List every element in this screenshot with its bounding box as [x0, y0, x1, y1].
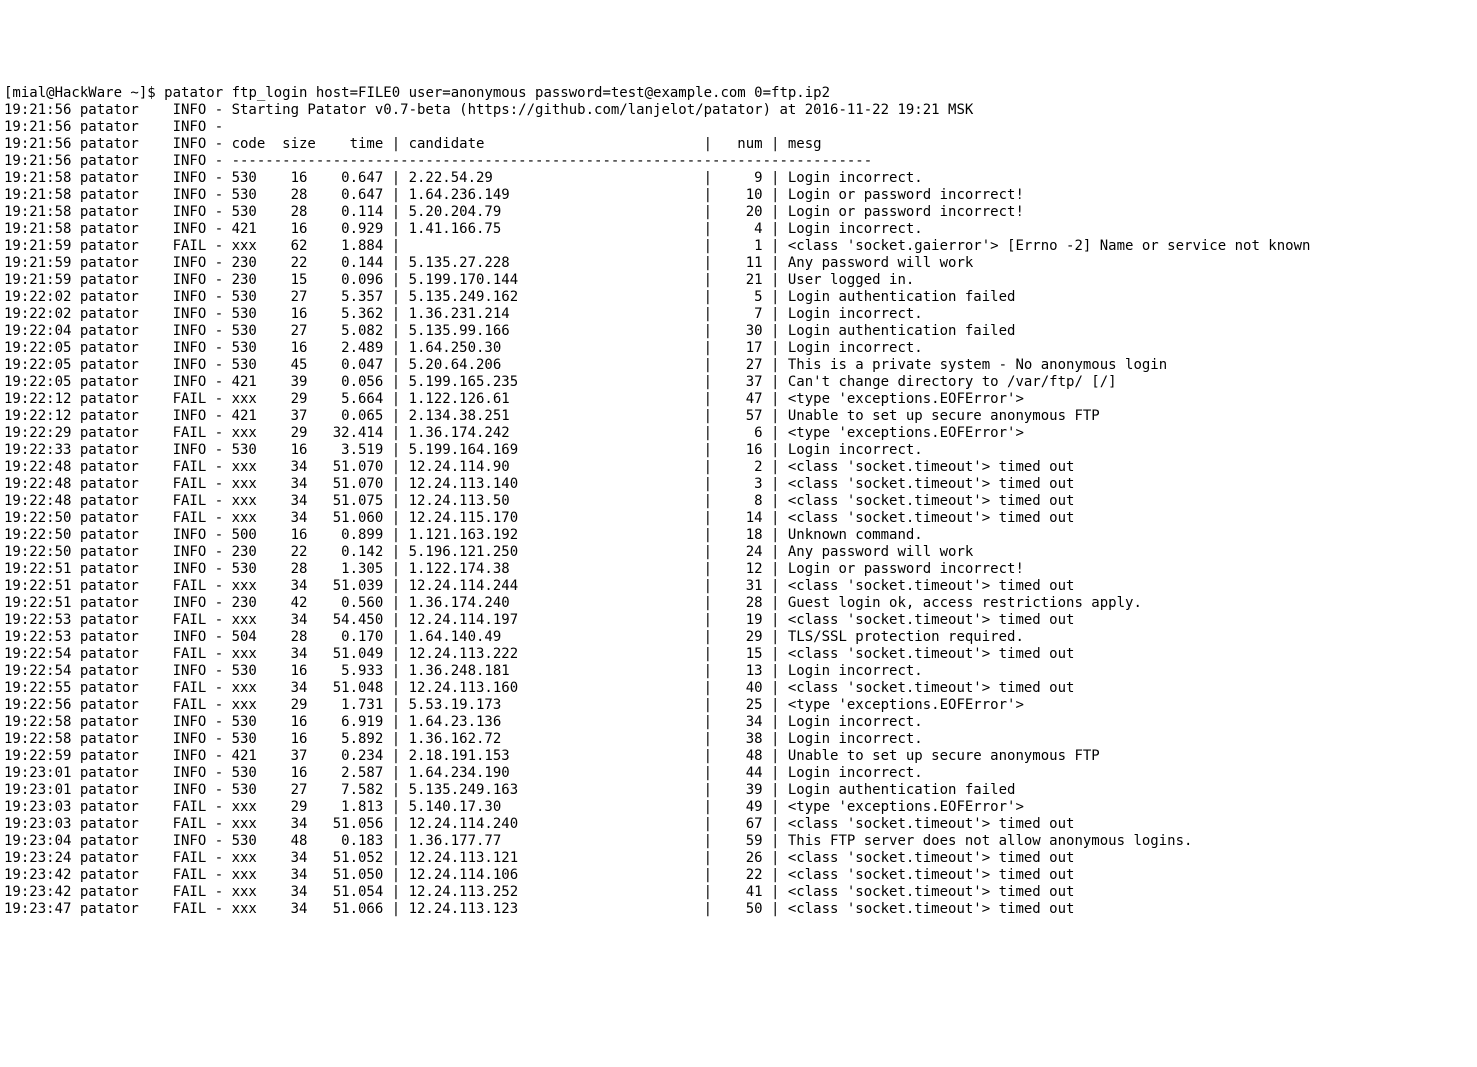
result-row: 19:22:33 patator INFO - 530 16 3.519 | 5…: [4, 442, 1473, 459]
result-row: 19:22:51 patator FAIL - xxx 34 51.039 | …: [4, 578, 1473, 595]
divider-line: 19:21:56 patator INFO - ----------------…: [4, 153, 1473, 170]
result-row: 19:22:50 patator INFO - 500 16 0.899 | 1…: [4, 527, 1473, 544]
result-row: 19:22:59 patator INFO - 421 37 0.234 | 2…: [4, 748, 1473, 765]
info-blank: 19:21:56 patator INFO -: [4, 119, 1473, 136]
result-row: 19:23:04 patator INFO - 530 48 0.183 | 1…: [4, 833, 1473, 850]
command-line: [mial@HackWare ~]$ patator ftp_login hos…: [4, 85, 1473, 102]
shell-prompt: [mial@HackWare ~]$: [4, 85, 164, 101]
result-row: 19:22:50 patator INFO - 230 22 0.142 | 5…: [4, 544, 1473, 561]
result-row: 19:22:12 patator FAIL - xxx 29 5.664 | 1…: [4, 391, 1473, 408]
result-row: 19:21:58 patator INFO - 530 16 0.647 | 2…: [4, 170, 1473, 187]
result-row: 19:22:58 patator INFO - 530 16 5.892 | 1…: [4, 731, 1473, 748]
result-row: 19:22:12 patator INFO - 421 37 0.065 | 2…: [4, 408, 1473, 425]
result-row: 19:22:48 patator FAIL - xxx 34 51.070 | …: [4, 476, 1473, 493]
result-row: 19:22:48 patator FAIL - xxx 34 51.070 | …: [4, 459, 1473, 476]
result-row: 19:23:03 patator FAIL - xxx 29 1.813 | 5…: [4, 799, 1473, 816]
header-line: 19:21:56 patator INFO - code size time |…: [4, 136, 1473, 153]
result-row: 19:23:01 patator INFO - 530 27 7.582 | 5…: [4, 782, 1473, 799]
result-row: 19:22:51 patator INFO - 530 28 1.305 | 1…: [4, 561, 1473, 578]
result-row: 19:23:01 patator INFO - 530 16 2.587 | 1…: [4, 765, 1473, 782]
result-row: 19:23:42 patator FAIL - xxx 34 51.050 | …: [4, 867, 1473, 884]
result-row: 19:21:58 patator INFO - 530 28 0.647 | 1…: [4, 187, 1473, 204]
result-row: 19:22:58 patator INFO - 530 16 6.919 | 1…: [4, 714, 1473, 731]
result-row: 19:22:02 patator INFO - 530 27 5.357 | 5…: [4, 289, 1473, 306]
result-row: 19:22:53 patator INFO - 504 28 0.170 | 1…: [4, 629, 1473, 646]
result-row: 19:22:29 patator FAIL - xxx 29 32.414 | …: [4, 425, 1473, 442]
result-row: 19:23:24 patator FAIL - xxx 34 51.052 | …: [4, 850, 1473, 867]
result-row: 19:22:05 patator INFO - 530 16 2.489 | 1…: [4, 340, 1473, 357]
result-row: 19:22:05 patator INFO - 421 39 0.056 | 5…: [4, 374, 1473, 391]
result-row: 19:22:02 patator INFO - 530 16 5.362 | 1…: [4, 306, 1473, 323]
result-row: 19:22:54 patator FAIL - xxx 34 51.049 | …: [4, 646, 1473, 663]
result-row: 19:23:47 patator FAIL - xxx 34 51.066 | …: [4, 901, 1473, 918]
result-row: 19:23:03 patator FAIL - xxx 34 51.056 | …: [4, 816, 1473, 833]
entered-command: patator ftp_login host=FILE0 user=anonym…: [164, 85, 830, 101]
result-row: 19:22:51 patator INFO - 230 42 0.560 | 1…: [4, 595, 1473, 612]
result-row: 19:22:50 patator FAIL - xxx 34 51.060 | …: [4, 510, 1473, 527]
result-row: 19:21:59 patator INFO - 230 22 0.144 | 5…: [4, 255, 1473, 272]
result-rows: 19:21:58 patator INFO - 530 16 0.647 | 2…: [4, 170, 1473, 918]
result-row: 19:22:04 patator INFO - 530 27 5.082 | 5…: [4, 323, 1473, 340]
result-row: 19:21:59 patator FAIL - xxx 62 1.884 | |…: [4, 238, 1473, 255]
terminal-output[interactable]: [mial@HackWare ~]$ patator ftp_login hos…: [0, 85, 1477, 982]
result-row: 19:22:05 patator INFO - 530 45 0.047 | 5…: [4, 357, 1473, 374]
result-row: 19:22:55 patator FAIL - xxx 34 51.048 | …: [4, 680, 1473, 697]
result-row: 19:22:48 patator FAIL - xxx 34 51.075 | …: [4, 493, 1473, 510]
result-row: 19:22:53 patator FAIL - xxx 34 54.450 | …: [4, 612, 1473, 629]
result-row: 19:21:58 patator INFO - 421 16 0.929 | 1…: [4, 221, 1473, 238]
result-row: 19:22:56 patator FAIL - xxx 29 1.731 | 5…: [4, 697, 1473, 714]
result-row: 19:21:59 patator INFO - 230 15 0.096 | 5…: [4, 272, 1473, 289]
result-row: 19:21:58 patator INFO - 530 28 0.114 | 5…: [4, 204, 1473, 221]
result-row: 19:22:54 patator INFO - 530 16 5.933 | 1…: [4, 663, 1473, 680]
start-line: 19:21:56 patator INFO - Starting Patator…: [4, 102, 1473, 119]
result-row: 19:23:42 patator FAIL - xxx 34 51.054 | …: [4, 884, 1473, 901]
